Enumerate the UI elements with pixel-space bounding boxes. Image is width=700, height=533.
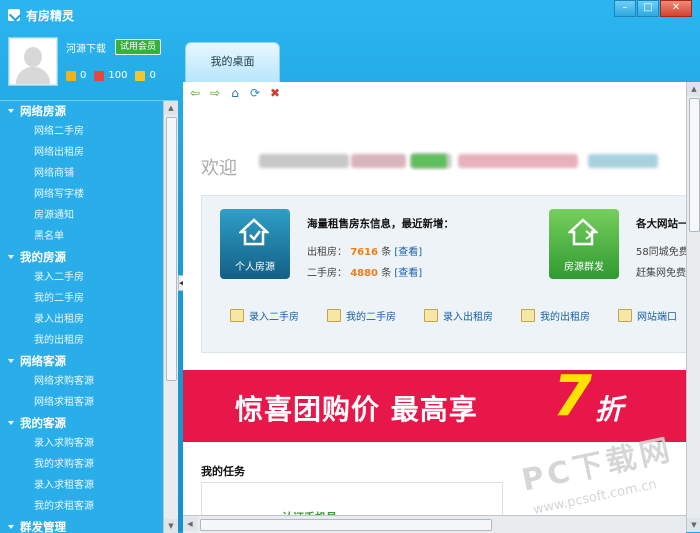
scroll-thumb[interactable] (689, 98, 700, 232)
star-doc-icon (618, 309, 632, 322)
sidebar-group[interactable]: 我的房源 (0, 247, 163, 267)
sidebar-item[interactable]: 网络商铺 (0, 163, 163, 184)
trial-member-button[interactable]: 试用会员 (115, 39, 162, 55)
quicklink-my-sale[interactable]: 我的二手房 (327, 308, 396, 323)
refresh-icon[interactable]: ⟳ (248, 86, 262, 100)
info-title: 海量租售房东信息，最近新增： (307, 218, 454, 230)
toolbar: ⇦ ⇨ ⌂ ⟳ ✖ (183, 82, 691, 104)
banner-number: 7 (553, 370, 592, 429)
info-title-2: 各大网站一 (636, 218, 689, 230)
add-doc-icon (230, 309, 244, 322)
stop-icon[interactable]: ✖ (268, 86, 282, 100)
sidebar-item[interactable]: 网络写字楼 (0, 184, 163, 205)
sidebar-item[interactable]: 网络求租客源 (0, 392, 163, 413)
caret-down-icon (8, 421, 14, 425)
site-line-1: 58同城免费 (636, 247, 689, 258)
scroll-thumb[interactable] (166, 117, 177, 381)
username: 河源下载 (66, 44, 106, 55)
back-arrow-icon[interactable]: ⇦ (188, 86, 202, 100)
app-logo-icon (8, 9, 20, 21)
sidebar-item[interactable]: 我的出租房 (0, 330, 163, 351)
home-icon[interactable]: ⌂ (228, 86, 242, 100)
folder-icon (521, 309, 535, 322)
scroll-up-icon[interactable]: ▲ (687, 82, 700, 96)
window-controls: – □ ✕ (613, 0, 692, 17)
scroll-thumb[interactable] (200, 519, 492, 531)
house-share-icon (568, 218, 598, 246)
sidebar-item[interactable]: 黑名单 (0, 226, 163, 247)
view-sale-link[interactable]: [查看] (394, 268, 422, 279)
sidebar-item[interactable]: 我的求租客源 (0, 496, 163, 517)
scroll-up-icon[interactable]: ▲ (164, 101, 178, 115)
app-title: 有房精灵 (26, 9, 75, 23)
mail-icon (135, 70, 146, 81)
blurred-text (351, 154, 406, 168)
blurred-text (411, 154, 447, 168)
sidebar-item[interactable]: 网络二手房 (0, 121, 163, 142)
sale-count: 4880 (350, 268, 379, 279)
caret-down-icon (8, 359, 14, 363)
sidebar-item[interactable]: 房源通知 (0, 205, 163, 226)
welcome-text: 欢迎 (201, 158, 237, 179)
stat-mail[interactable]: 0 (135, 70, 156, 81)
house-icon (66, 70, 76, 81)
title-bar: 有房精灵 – □ ✕ (0, 0, 700, 30)
blurred-text (458, 154, 578, 168)
sidebar-scrollbar[interactable]: ▲ ▼ (163, 101, 178, 533)
minimize-button[interactable]: – (614, 0, 636, 17)
user-stats: 0 100 0 (66, 70, 164, 81)
house-icon (239, 218, 269, 246)
blurred-text (588, 154, 658, 168)
blurred-text (259, 154, 349, 168)
view-rent-link[interactable]: [查看] (394, 247, 422, 258)
info-panel: 个人房源 海量租售房东信息，最近新增： 出租房： 7616 条 [查看] 二手房… (201, 195, 689, 353)
close-button[interactable]: ✕ (660, 0, 692, 17)
points-icon (94, 70, 105, 81)
banner-suffix: 折 (595, 393, 624, 426)
sidebar-group[interactable]: 我的客源 (0, 413, 163, 433)
sidebar-item[interactable]: 网络求购客源 (0, 371, 163, 392)
tasks-title: 我的任务 (201, 465, 245, 478)
sidebar-group[interactable]: 网络房源 (0, 101, 163, 121)
listing-broadcast-card[interactable]: 房源群发 (549, 209, 619, 279)
maximize-button[interactable]: □ (637, 0, 659, 17)
sidebar-nav: 网络房源 网络二手房 网络出租房 网络商铺 网络写字楼 房源通知 黑名单 我的房源 录入二手房我… (0, 101, 163, 533)
sidebar-item[interactable]: 录入求购客源 (0, 433, 163, 454)
sidebar-group[interactable]: 群发管理 (0, 517, 163, 533)
caret-down-icon (8, 525, 14, 529)
sidebar-group[interactable]: 网络客源 (0, 351, 163, 371)
sidebar-item[interactable]: 录入求租客源 (0, 475, 163, 496)
sidebar-item[interactable]: 我的二手房 (0, 288, 163, 309)
stat-houses[interactable]: 0 (66, 70, 86, 81)
quicklink-add-rent[interactable]: 录入出租房 (424, 308, 493, 323)
sidebar-item[interactable]: 录入二手房 (0, 267, 163, 288)
avatar[interactable] (9, 38, 57, 85)
quicklink-my-rent[interactable]: 我的出租房 (521, 308, 590, 323)
add-doc-icon (424, 309, 438, 322)
tab-my-desktop[interactable]: 我的桌面 (185, 42, 280, 83)
rent-count: 7616 (350, 247, 379, 258)
site-line-2: 赶集网免费 (636, 268, 686, 279)
sidebar-item[interactable]: 我的求购客源 (0, 454, 163, 475)
watermark: PC下载网 www.pcsoft.com.cn (518, 432, 677, 518)
personal-listings-card[interactable]: 个人房源 (220, 209, 290, 279)
rent-count-line: 出租房： 7616 条 [查看] (307, 247, 423, 258)
sidebar-item[interactable]: 网络出租房 (0, 142, 163, 163)
app-window: 有房精灵 – □ ✕ 河源下载 试用会员 0 100 0 网络房源 网络二手房 网络… (0, 0, 700, 533)
caret-down-icon (8, 255, 14, 259)
sale-count-line: 二手房： 4880 条 [查看] (307, 268, 423, 279)
stat-points[interactable]: 100 (94, 70, 127, 81)
quicklink-add-sale[interactable]: 录入二手房 (230, 308, 299, 323)
quicklink-site-port[interactable]: 网站端口 (618, 308, 677, 323)
banner-text: 惊喜团购价 最高享 (235, 393, 478, 426)
caret-down-icon (8, 109, 14, 113)
promo-banner[interactable]: 惊喜团购价 最高享 7 折 (183, 370, 686, 442)
forward-arrow-icon[interactable]: ⇨ (208, 86, 222, 100)
sidebar: 网络房源 网络二手房 网络出租房 网络商铺 网络写字楼 房源通知 黑名单 我的房源 录入二手房我… (0, 100, 178, 533)
quick-links: 录入二手房 我的二手房 录入出租房 我的出租房 网站端口 (230, 308, 700, 323)
scroll-down-icon[interactable]: ▼ (164, 519, 178, 533)
scroll-left-icon[interactable]: ◀ (183, 517, 197, 531)
folder-icon (327, 309, 341, 322)
sidebar-item[interactable]: 录入出租房 (0, 309, 163, 330)
